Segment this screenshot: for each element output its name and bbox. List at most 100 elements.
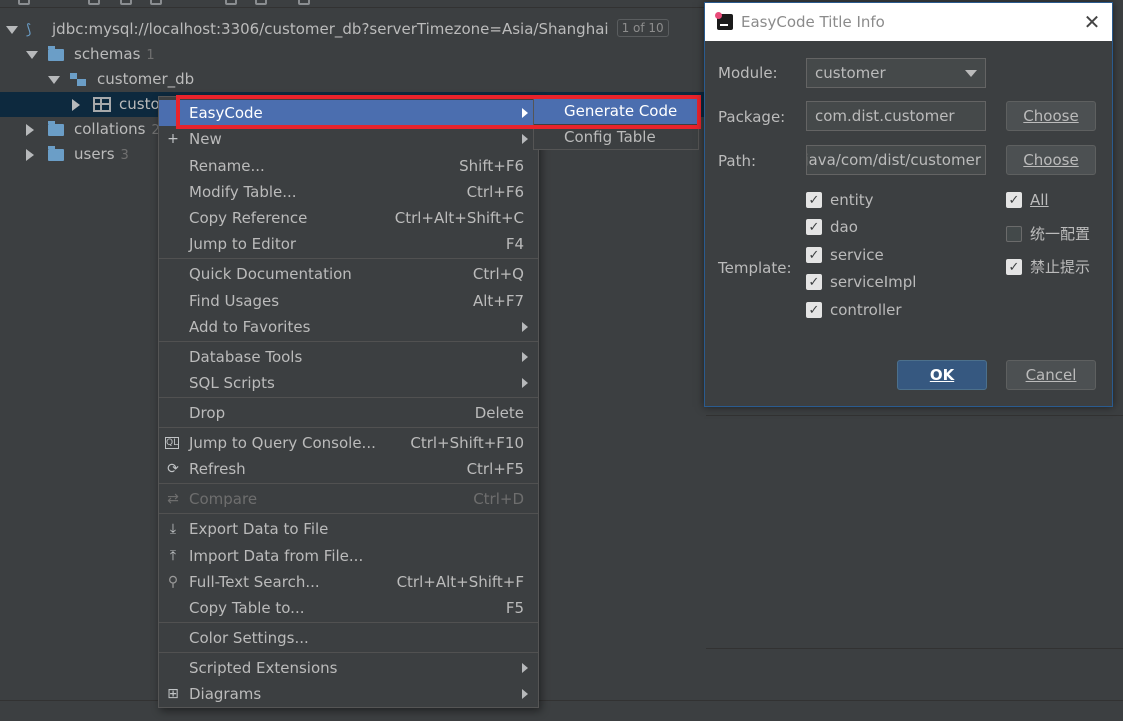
menu-item-modify-table[interactable]: Modify Table... Ctrl+F6 <box>159 179 538 205</box>
context-menu: EasyCode + New Rename... Shift+F6 Modify… <box>158 96 539 708</box>
submenu-arrow-icon <box>522 108 528 118</box>
checkbox-checked-icon: ✓ <box>806 302 822 318</box>
menu-item-new[interactable]: + New <box>159 126 538 152</box>
users-label: users <box>74 145 115 163</box>
cancel-button[interactable]: Cancel <box>1006 360 1096 390</box>
menu-item-shortcut: Ctrl+Q <box>472 265 524 283</box>
menu-item-shortcut: Delete <box>474 404 524 422</box>
filter-icon[interactable] <box>298 0 310 5</box>
checkbox-checked-icon: ✓ <box>1006 259 1022 275</box>
menu-item-shortcut: Shift+F6 <box>459 157 524 175</box>
expand-arrow-icon[interactable] <box>26 149 34 161</box>
menu-item-diagrams[interactable]: ⊞ Diagrams <box>159 681 538 707</box>
expand-arrow-icon[interactable] <box>72 99 80 111</box>
menu-item-import-data[interactable]: ⤒ Import Data from File... <box>159 543 538 569</box>
table-label: custo <box>119 95 160 113</box>
checkbox-checked-icon: ✓ <box>806 247 822 263</box>
submenu-arrow-icon <box>522 689 528 699</box>
menu-item-quick-documentation[interactable]: Quick Documentation Ctrl+Q <box>159 261 538 287</box>
checkbox-label: All <box>1030 191 1049 209</box>
table-icon <box>93 97 111 112</box>
refresh-icon[interactable] <box>88 0 100 5</box>
dialog-title: EasyCode Title Info <box>741 13 885 31</box>
checkbox-all[interactable]: ✓ All <box>1006 190 1106 210</box>
console-icon[interactable] <box>255 0 267 5</box>
import-icon: ⤒ <box>169 548 177 564</box>
menu-item-refresh[interactable]: ⟳ Refresh Ctrl+F5 <box>159 456 538 482</box>
folder-icon <box>48 46 64 61</box>
menu-item-sql-scripts[interactable]: SQL Scripts <box>159 370 538 396</box>
menu-separator <box>159 427 538 428</box>
menu-item-drop[interactable]: Drop Delete <box>159 400 538 426</box>
menu-item-label: Copy Reference <box>189 209 308 227</box>
database-toolbar <box>0 0 706 8</box>
menu-item-easycode[interactable]: EasyCode <box>159 100 538 126</box>
checkbox-label: entity <box>830 191 874 209</box>
tree-item-connection[interactable]: ⟆ jdbc:mysql://localhost:3306/customer_d… <box>0 17 706 42</box>
checkbox-serviceimpl[interactable]: ✓ serviceImpl <box>806 272 946 292</box>
easycode-dialog: EasyCode Title Info ✕ Module: customer P… <box>704 2 1113 407</box>
menu-item-label: Find Usages <box>189 292 280 310</box>
customer-db-label: customer_db <box>97 70 195 88</box>
menu-item-generate-code[interactable]: Generate Code <box>534 98 698 124</box>
ok-button[interactable]: OK <box>897 360 987 390</box>
console-icon: QL <box>165 437 179 449</box>
path-label: Path: <box>718 152 757 170</box>
submenu-arrow-icon <box>522 378 528 388</box>
module-value: customer <box>815 64 886 82</box>
menu-item-rename[interactable]: Rename... Shift+F6 <box>159 153 538 179</box>
path-choose-button[interactable]: Choose <box>1006 145 1096 175</box>
menu-item-label: Config Table <box>564 128 656 146</box>
path-input[interactable]: java/com/dist/customer <box>806 145 986 175</box>
menu-item-copy-table[interactable]: Copy Table to... F5 <box>159 595 538 621</box>
checkbox-disable-hint[interactable]: ✓ 禁止提示 <box>1006 257 1106 277</box>
table-icon[interactable] <box>225 0 237 5</box>
expand-arrow-icon[interactable] <box>48 76 60 84</box>
checkbox-dao[interactable]: ✓ dao <box>806 217 946 237</box>
package-input[interactable]: com.dist.customer <box>806 101 986 131</box>
submenu-arrow-icon <box>522 322 528 332</box>
menu-item-full-text-search[interactable]: ⚲ Full-Text Search... Ctrl+Alt+Shift+F <box>159 569 538 595</box>
sync-icon[interactable] <box>18 0 30 5</box>
menu-item-export-data[interactable]: ⤓ Export Data to File <box>159 516 538 542</box>
checkbox-unified-config[interactable]: 统一配置 <box>1006 224 1106 244</box>
menu-item-label: Modify Table... <box>189 183 297 201</box>
menu-item-jump-to-query-console[interactable]: QL Jump to Query Console... Ctrl+Shift+F… <box>159 430 538 456</box>
package-label: Package: <box>718 108 786 126</box>
menu-item-jump-to-editor[interactable]: Jump to Editor F4 <box>159 231 538 257</box>
menu-separator <box>159 341 538 342</box>
expand-arrow-icon[interactable] <box>6 26 18 34</box>
tree-item-schemas[interactable]: schemas 1 <box>0 42 706 67</box>
dialog-titlebar[interactable]: EasyCode Title Info ✕ <box>705 3 1112 41</box>
tree-item-customer-db[interactable]: customer_db <box>0 67 706 92</box>
menu-separator <box>159 397 538 398</box>
menu-item-label: Drop <box>189 404 226 422</box>
expand-arrow-icon[interactable] <box>26 124 34 136</box>
menu-item-find-usages[interactable]: Find Usages Alt+F7 <box>159 288 538 314</box>
menu-item-database-tools[interactable]: Database Tools <box>159 344 538 370</box>
menu-item-scripted-extensions[interactable]: Scripted Extensions <box>159 655 538 681</box>
menu-item-copy-reference[interactable]: Copy Reference Ctrl+Alt+Shift+C <box>159 205 538 231</box>
schemas-count: 1 <box>146 48 155 63</box>
template-label: Template: <box>718 259 792 277</box>
checkbox-entity[interactable]: ✓ entity <box>806 190 946 210</box>
menu-item-shortcut: F4 <box>505 235 524 253</box>
checkbox-controller[interactable]: ✓ controller <box>806 300 946 320</box>
checkbox-service[interactable]: ✓ service <box>806 245 946 265</box>
wrench-icon[interactable] <box>120 0 132 5</box>
expand-arrow-icon[interactable] <box>26 51 38 59</box>
module-label: Module: <box>718 64 778 82</box>
menu-item-label: Color Settings... <box>189 629 309 647</box>
package-choose-button[interactable]: Choose <box>1006 101 1096 131</box>
menu-item-color-settings[interactable]: Color Settings... <box>159 625 538 651</box>
menu-item-label: Database Tools <box>189 348 303 366</box>
checkbox-unchecked-icon <box>1006 226 1022 242</box>
menu-item-config-table[interactable]: Config Table <box>534 124 698 150</box>
menu-item-label: EasyCode <box>189 104 263 122</box>
cancel-label: Cancel <box>1025 366 1077 384</box>
menu-item-add-to-favorites[interactable]: Add to Favorites <box>159 314 538 340</box>
schemas-label: schemas <box>74 45 141 63</box>
module-select[interactable]: customer <box>806 58 986 88</box>
stop-icon[interactable] <box>150 0 162 5</box>
close-icon[interactable]: ✕ <box>1082 12 1102 32</box>
